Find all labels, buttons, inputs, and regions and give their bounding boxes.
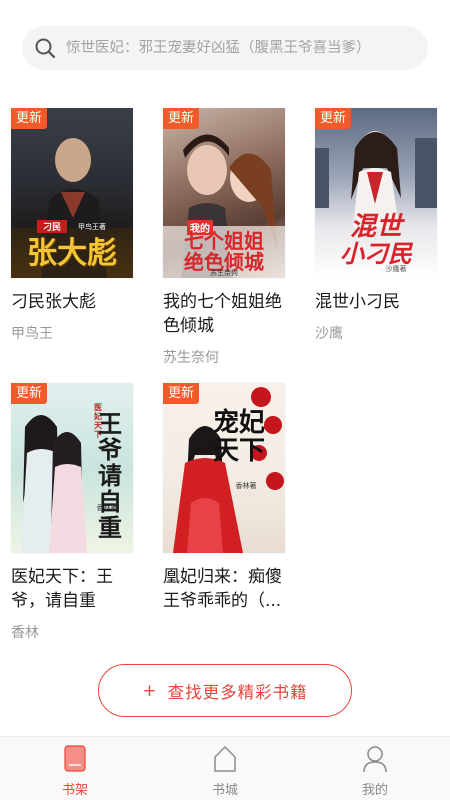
book-cover[interactable]: 更新 混世 小刁民 沙鹰著 bbox=[315, 108, 437, 278]
tab-bookshelf[interactable]: 书架 bbox=[0, 737, 150, 800]
bookstore-icon bbox=[214, 746, 236, 772]
update-badge: 更新 bbox=[315, 108, 352, 129]
book-title[interactable]: 医妃天下：王爷，请自重 bbox=[11, 565, 135, 613]
bottom-tab-bar: 书架 书城 我的 bbox=[0, 736, 450, 800]
cover-author: 苏生奈何 bbox=[210, 269, 238, 277]
update-badge: 更新 bbox=[163, 383, 200, 404]
update-badge: 更新 bbox=[11, 383, 48, 404]
cover-title: 宠妃天下 bbox=[212, 408, 265, 466]
profile-icon bbox=[363, 746, 387, 773]
book-cover[interactable]: 更新 我的 七个姐姐 绝色倾城 苏生奈何 bbox=[163, 108, 285, 278]
book-cover[interactable]: 更新 刁民 张大彪 甲鸟王著 bbox=[11, 108, 133, 278]
update-badge: 更新 bbox=[163, 108, 200, 129]
book-cover[interactable]: 更新 医妃天下 王爷请自重 香林著 bbox=[11, 383, 133, 553]
book-author: 苏生奈何 bbox=[163, 350, 219, 366]
book-item[interactable]: 更新 混世 小刁民 沙鹰著 混世小刁民 沙鹰 bbox=[315, 108, 439, 343]
book-title[interactable]: 我的七个姐姐绝色倾城 bbox=[163, 290, 287, 338]
find-more-books-button[interactable]: + 查找更多精彩书籍 bbox=[98, 664, 352, 717]
search-input[interactable] bbox=[66, 40, 428, 56]
tab-profile-label: 我的 bbox=[361, 783, 388, 798]
cover-author: 香林著 bbox=[96, 504, 118, 512]
tab-bookstore[interactable]: 书城 bbox=[150, 737, 300, 800]
tab-profile[interactable]: 我的 bbox=[300, 737, 450, 800]
book-title[interactable]: 凰妃归来：痴傻王爷乖乖的（... bbox=[163, 565, 287, 613]
book-author: 甲鸟王 bbox=[11, 326, 53, 342]
tab-bookshelf-label: 书架 bbox=[61, 783, 88, 798]
bookshelf-icon bbox=[64, 745, 86, 772]
book-author: 香林 bbox=[11, 625, 39, 641]
tab-bookstore-label: 书城 bbox=[211, 783, 238, 798]
book-item[interactable]: 更新 我的 七个姐姐 绝色倾城 苏生奈何 我的七个姐姐绝色倾城 苏生奈何 bbox=[163, 108, 287, 367]
cover-author: 香林著 bbox=[235, 482, 257, 490]
search-icon bbox=[35, 38, 56, 59]
book-author: 沙鹰 bbox=[315, 326, 343, 342]
cover-author: 甲鸟王著 bbox=[78, 223, 106, 231]
book-title[interactable]: 刁民张大彪 bbox=[11, 290, 135, 314]
book-title[interactable]: 混世小刁民 bbox=[315, 290, 439, 314]
cover-title: 张大彪 bbox=[27, 236, 117, 271]
book-item[interactable]: 更新 刁民 张大彪 甲鸟王著 刁民张大彪 甲鸟王 bbox=[11, 108, 135, 343]
book-cover[interactable]: 更新 宠妃天下 香林著 bbox=[163, 383, 285, 553]
update-badge: 更新 bbox=[11, 108, 48, 129]
book-item[interactable]: 更新 医妃天下 王爷请自重 香林著 医妃天下：王爷，请自重 香林 bbox=[11, 383, 135, 642]
search-bar[interactable] bbox=[22, 26, 428, 70]
find-more-books-label: 查找更多精彩书籍 bbox=[167, 682, 308, 702]
plus-icon: + bbox=[142, 680, 158, 701]
book-item[interactable]: 更新 宠妃天下 香林著 凰妃归来：痴傻王爷乖乖的（... bbox=[163, 383, 287, 622]
cover-author: 沙鹰著 bbox=[385, 265, 407, 273]
cover-title: 王爷请自重 bbox=[98, 409, 122, 542]
